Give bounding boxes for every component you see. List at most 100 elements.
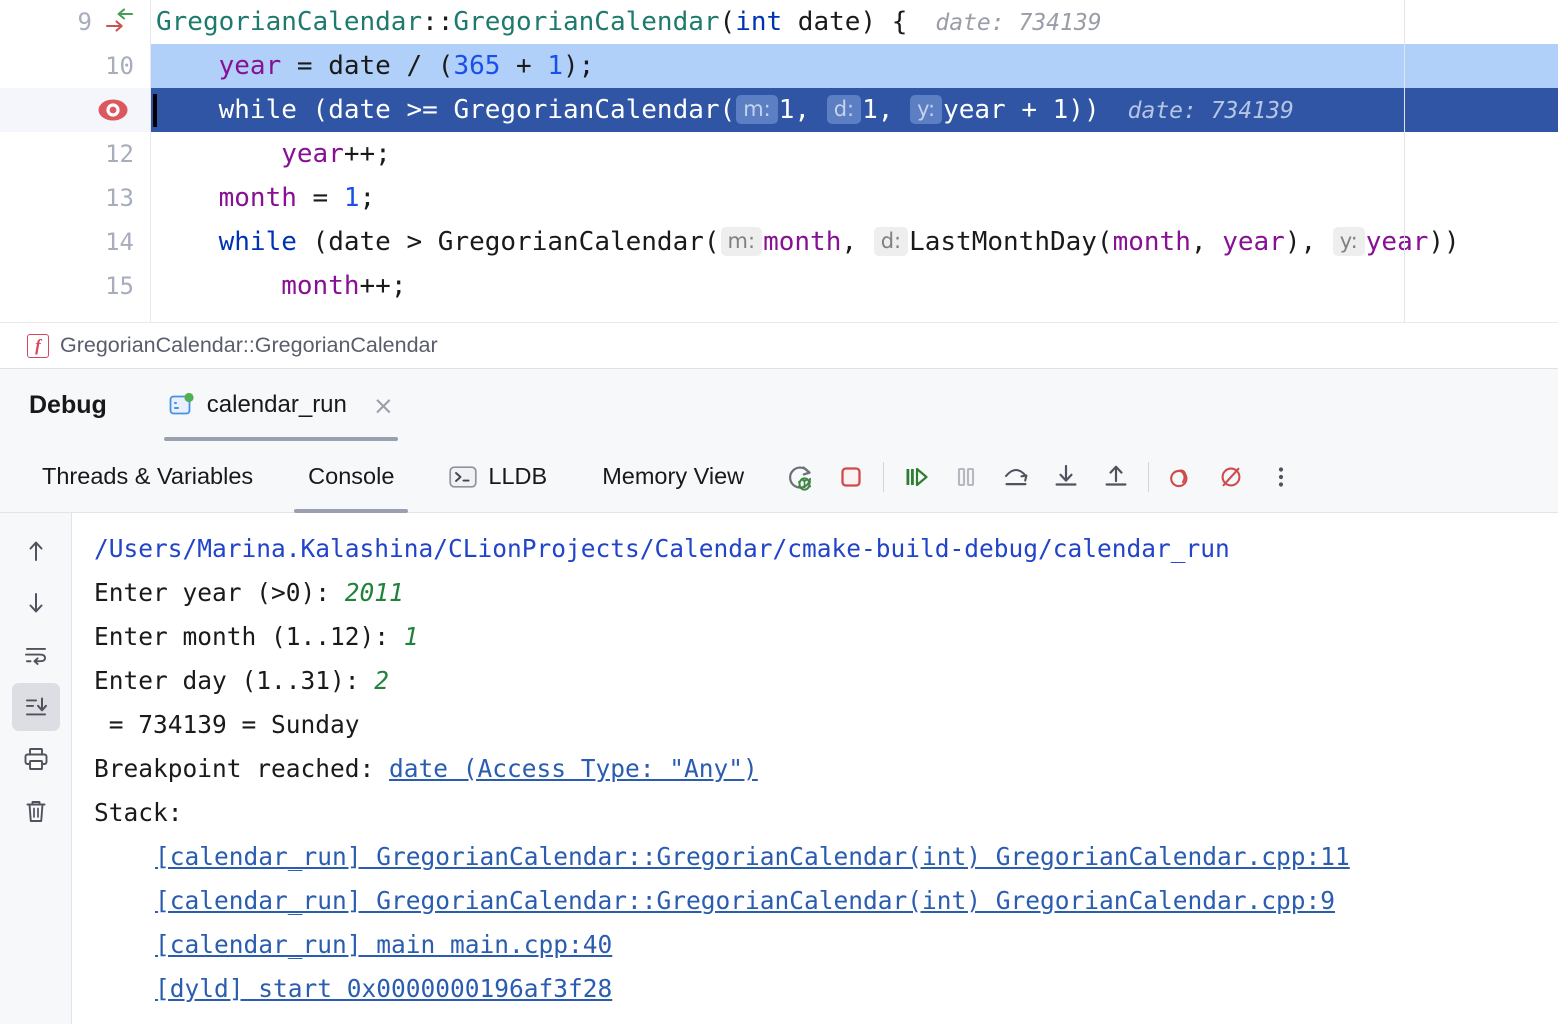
- code-text[interactable]: year = date / (365 + 1);: [150, 44, 594, 88]
- console-user-input: 2011: [345, 578, 404, 607]
- watchpoint-breakpoint-icon[interactable]: [96, 93, 130, 127]
- console-output[interactable]: /Users/Marina.Kalashina/CLionProjects/Ca…: [72, 513, 1558, 1024]
- line-number: 15: [105, 272, 134, 300]
- code-line-11[interactable]: while (date >= GregorianCalendar(m:1, d:…: [0, 88, 1558, 132]
- console-link[interactable]: [calendar_run] GregorianCalendar::Gregor…: [155, 842, 1350, 871]
- tab-threads-and-variables[interactable]: Threads & Variables: [28, 441, 267, 513]
- code-line-12[interactable]: 12 year++;: [0, 132, 1558, 176]
- line-number: 14: [105, 228, 134, 256]
- console-link[interactable]: [calendar_run] GregorianCalendar::Gregor…: [155, 886, 1335, 915]
- console-line: Enter day (1..31): 2: [94, 659, 1558, 703]
- close-icon[interactable]: ×: [373, 393, 394, 418]
- console-link[interactable]: date (Access Type: "Any"): [389, 754, 758, 783]
- more-options-button[interactable]: [1256, 452, 1306, 502]
- step-over-button[interactable]: [991, 452, 1041, 502]
- gutter-line-11[interactable]: [0, 88, 150, 132]
- console-text: Enter month (1..12):: [94, 622, 404, 651]
- console-link[interactable]: [calendar_run] main main.cpp:40: [155, 930, 612, 959]
- code-line-15[interactable]: 15 month++;: [0, 264, 1558, 308]
- tab-console[interactable]: Console: [294, 441, 408, 513]
- code-text[interactable]: while (date >= GregorianCalendar(m:1, d:…: [150, 88, 1294, 133]
- console-text: Enter year (>0):: [94, 578, 345, 607]
- code-token: ,: [841, 227, 872, 257]
- gutter-line-12[interactable]: 12: [0, 132, 150, 176]
- code-token: ++;: [360, 271, 407, 301]
- code-token: 1,: [779, 95, 826, 125]
- code-token: year: [281, 139, 344, 169]
- code-lines-container: 9 GregorianCalendar::GregorianCalendar(i…: [0, 0, 1558, 308]
- console-text: Enter day (1..31):: [94, 666, 374, 695]
- rerun-debug-button[interactable]: [776, 452, 826, 502]
- toolbar-separator: [883, 462, 884, 492]
- code-editor[interactable]: 9 GregorianCalendar::GregorianCalendar(i…: [0, 0, 1558, 322]
- tab-memory-view[interactable]: Memory View: [588, 441, 758, 513]
- line-number: 13: [105, 184, 134, 212]
- code-text[interactable]: year++;: [150, 132, 391, 176]
- scroll-down-button[interactable]: [12, 579, 60, 627]
- code-line-14[interactable]: 14 while (date > GregorianCalendar(m:mon…: [0, 220, 1558, 264]
- line-number: 12: [105, 140, 134, 168]
- console-link[interactable]: [dyld] start 0x0000000196af3f28: [155, 974, 612, 1003]
- soft-wrap-button[interactable]: [12, 631, 60, 679]
- inline-debug-value[interactable]: date: 734139: [1128, 98, 1294, 124]
- recursion-markers[interactable]: [102, 5, 138, 39]
- code-token: while: [219, 95, 297, 125]
- gutter-line-14[interactable]: 14: [0, 220, 150, 264]
- step-out-button[interactable]: [1091, 452, 1141, 502]
- code-token: =: [297, 183, 344, 213]
- code-token: 1,: [862, 95, 909, 125]
- console-line: Stack:: [94, 791, 1558, 835]
- step-into-button[interactable]: [1041, 452, 1091, 502]
- code-line-10[interactable]: 10 year = date / (365 + 1);: [0, 44, 1558, 88]
- parameter-hint: y:: [1333, 227, 1365, 256]
- code-line-9[interactable]: 9 GregorianCalendar::GregorianCalendar(i…: [0, 0, 1558, 44]
- code-token: ::: [422, 7, 453, 37]
- gutter-line-13[interactable]: 13: [0, 176, 150, 220]
- scroll-to-end-button[interactable]: [12, 683, 60, 731]
- tab-lldb[interactable]: LLDB: [435, 441, 561, 513]
- breadcrumb[interactable]: f GregorianCalendar::GregorianCalendar: [0, 322, 1558, 368]
- scroll-up-button[interactable]: [12, 527, 60, 575]
- mute-breakpoints-button[interactable]: [1206, 452, 1256, 502]
- code-line-13[interactable]: 13 month = 1;: [0, 176, 1558, 220]
- code-token: month: [763, 227, 841, 257]
- inline-debug-value[interactable]: date: 734139: [935, 10, 1101, 36]
- code-token: GregorianCalendar: [156, 7, 422, 37]
- resume-program-button[interactable]: [891, 452, 941, 502]
- code-token: 1: [547, 51, 563, 81]
- console-area: /Users/Marina.Kalashina/CLionProjects/Ca…: [0, 513, 1558, 1024]
- console-text: = 734139 = Sunday: [94, 710, 360, 739]
- code-token: +: [500, 51, 547, 81]
- console-line: = 734139 = Sunday: [94, 703, 1558, 747]
- terminal-prompt-icon: [449, 465, 477, 489]
- tab-label: Threads & Variables: [42, 463, 253, 490]
- tab-label: LLDB: [488, 463, 547, 490]
- pause-program-button[interactable]: [941, 452, 991, 502]
- debug-title: Debug: [29, 391, 107, 420]
- code-text[interactable]: month = 1;: [150, 176, 375, 220]
- code-token: 1: [344, 183, 360, 213]
- code-token: LastMonthDay(: [909, 227, 1113, 257]
- gutter-line-15[interactable]: 15: [0, 264, 150, 308]
- code-text[interactable]: while (date > GregorianCalendar(m:month,…: [150, 220, 1460, 265]
- console-side-toolbar: [0, 513, 72, 1024]
- print-button[interactable]: [12, 735, 60, 783]
- code-token: ),: [1285, 227, 1332, 257]
- code-token: (: [720, 7, 736, 37]
- code-text[interactable]: month++;: [150, 264, 406, 308]
- code-token: ;: [360, 183, 376, 213]
- stop-button[interactable]: [826, 452, 876, 502]
- parameter-hint: d:: [874, 227, 908, 256]
- debug-titlebar: Debug calendar_run ×: [0, 369, 1558, 441]
- code-token: GregorianCalendar: [453, 7, 719, 37]
- code-token: [156, 183, 219, 213]
- trash-icon[interactable]: [12, 787, 60, 835]
- run-configuration-tab[interactable]: calendar_run ×: [164, 369, 398, 441]
- console-line: Enter month (1..12): 1: [94, 615, 1558, 659]
- gutter-line-9[interactable]: 9: [0, 0, 150, 44]
- code-text[interactable]: GregorianCalendar::GregorianCalendar(int…: [150, 0, 1102, 45]
- console-line: [calendar_run] GregorianCalendar::Gregor…: [94, 879, 1558, 923]
- view-breakpoints-button[interactable]: [1156, 452, 1206, 502]
- code-token: (date > GregorianCalendar(: [297, 227, 720, 257]
- gutter-line-10[interactable]: 10: [0, 44, 150, 88]
